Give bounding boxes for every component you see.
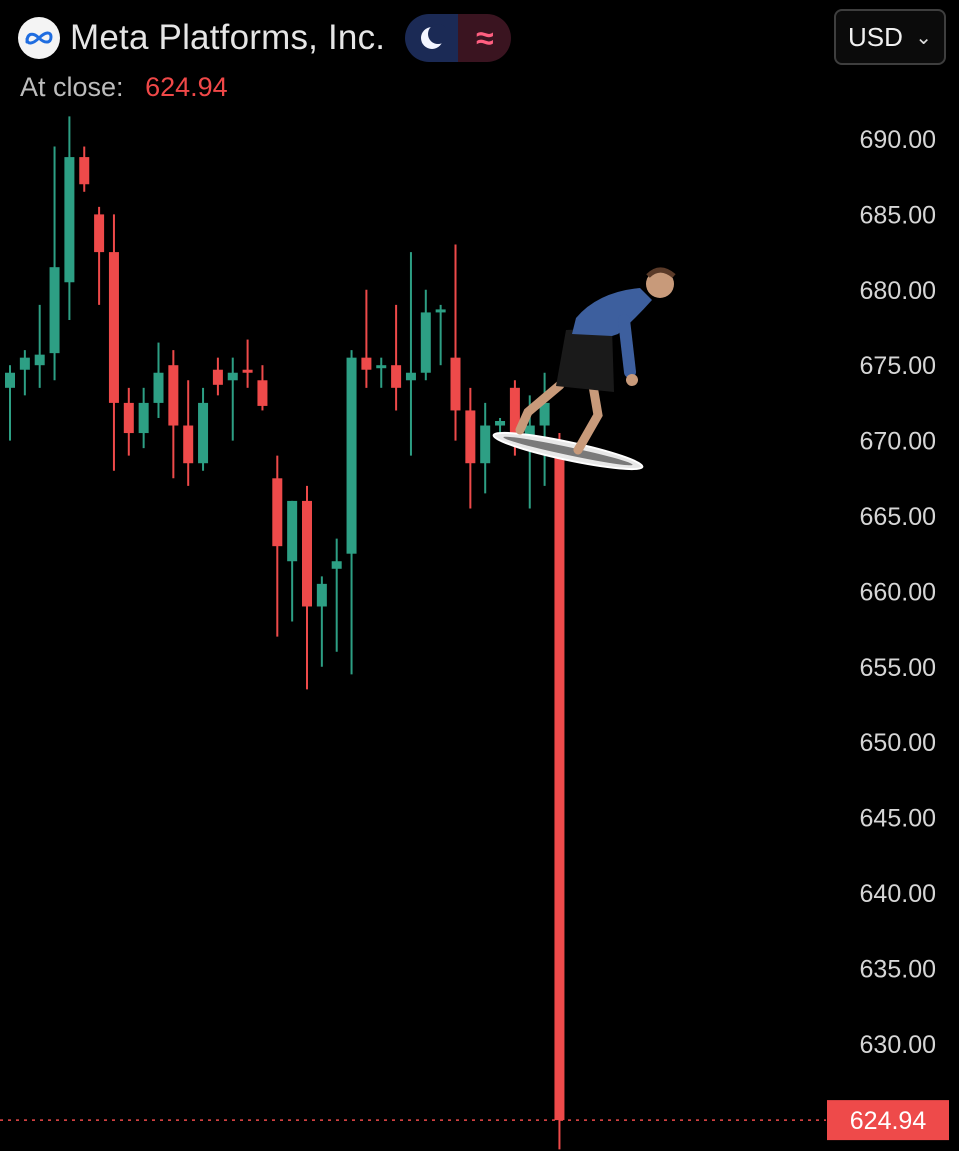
y-tick-label: 650.00	[860, 729, 936, 757]
candle-body	[272, 478, 283, 547]
candle-body	[450, 357, 461, 411]
wavy-lines-icon[interactable]: ≈	[458, 14, 512, 62]
y-tick-label: 665.00	[860, 503, 936, 531]
candle-body	[19, 357, 30, 370]
theme-toggle[interactable]: ≈	[405, 14, 512, 62]
candle-body	[435, 309, 446, 313]
candle-body	[391, 365, 402, 388]
currency-select[interactable]: USD ⌄	[834, 9, 946, 65]
surfer-figure	[492, 267, 676, 471]
candle-body	[64, 157, 75, 283]
candle-body	[405, 372, 416, 381]
y-tick-label: 670.00	[860, 428, 936, 456]
close-label: At close:	[20, 72, 124, 102]
y-tick-label: 685.00	[860, 201, 936, 229]
candle-body	[123, 402, 134, 434]
candle-body	[212, 369, 223, 385]
candle-body	[34, 354, 45, 366]
candle-body	[168, 365, 179, 426]
candle-body	[198, 402, 209, 464]
y-tick-label: 630.00	[860, 1031, 936, 1059]
candle-body	[242, 369, 253, 373]
candle-body	[316, 583, 327, 607]
candles-layer	[5, 116, 565, 1150]
y-tick-label: 690.00	[860, 126, 936, 154]
y-tick-label: 675.00	[860, 352, 936, 380]
last-price-text: 624.94	[850, 1107, 927, 1135]
y-tick-label: 660.00	[860, 578, 936, 606]
candle-body	[5, 372, 15, 388]
moon-icon[interactable]	[405, 14, 459, 62]
candle-body	[79, 157, 90, 185]
candle-body	[376, 365, 387, 369]
candle-body	[346, 357, 357, 554]
header: Meta Platforms, Inc. ≈	[18, 14, 512, 62]
y-tick-label: 635.00	[860, 955, 936, 983]
y-tick-label: 645.00	[860, 805, 936, 833]
close-price-row: At close: 624.94	[20, 72, 228, 103]
candle-body	[257, 380, 268, 406]
candle-body	[227, 372, 238, 381]
currency-value: USD	[848, 21, 903, 52]
company-title: Meta Platforms, Inc.	[70, 18, 386, 57]
candle-body	[302, 500, 312, 607]
candlestick-chart: 690.00 685.00 680.00 675.00 670.00 665.00 660.…	[0, 116, 949, 1150]
candle-body	[465, 410, 476, 464]
candle-body	[480, 425, 491, 464]
meta-logo-icon	[18, 17, 60, 59]
candle-body	[495, 420, 506, 426]
candle-body	[49, 267, 60, 354]
candle-body	[287, 500, 298, 562]
chevron-down-icon: ⌄	[915, 26, 932, 49]
close-value: 624.94	[145, 72, 228, 102]
y-tick-label: 655.00	[860, 654, 936, 682]
price-axis: 690.00 685.00 680.00 675.00 670.00 665.00 660.…	[860, 126, 936, 1059]
candle-body	[420, 312, 431, 373]
candle-body	[554, 440, 565, 1121]
candle-body	[94, 214, 105, 253]
y-tick-label: 640.00	[860, 880, 936, 908]
candle-body	[108, 252, 119, 403]
candle-body	[183, 425, 194, 464]
candle-body	[153, 372, 164, 403]
candle-body	[361, 357, 372, 370]
candle-body	[138, 402, 149, 434]
candle-body	[331, 561, 342, 569]
y-tick-label: 680.00	[860, 277, 936, 305]
